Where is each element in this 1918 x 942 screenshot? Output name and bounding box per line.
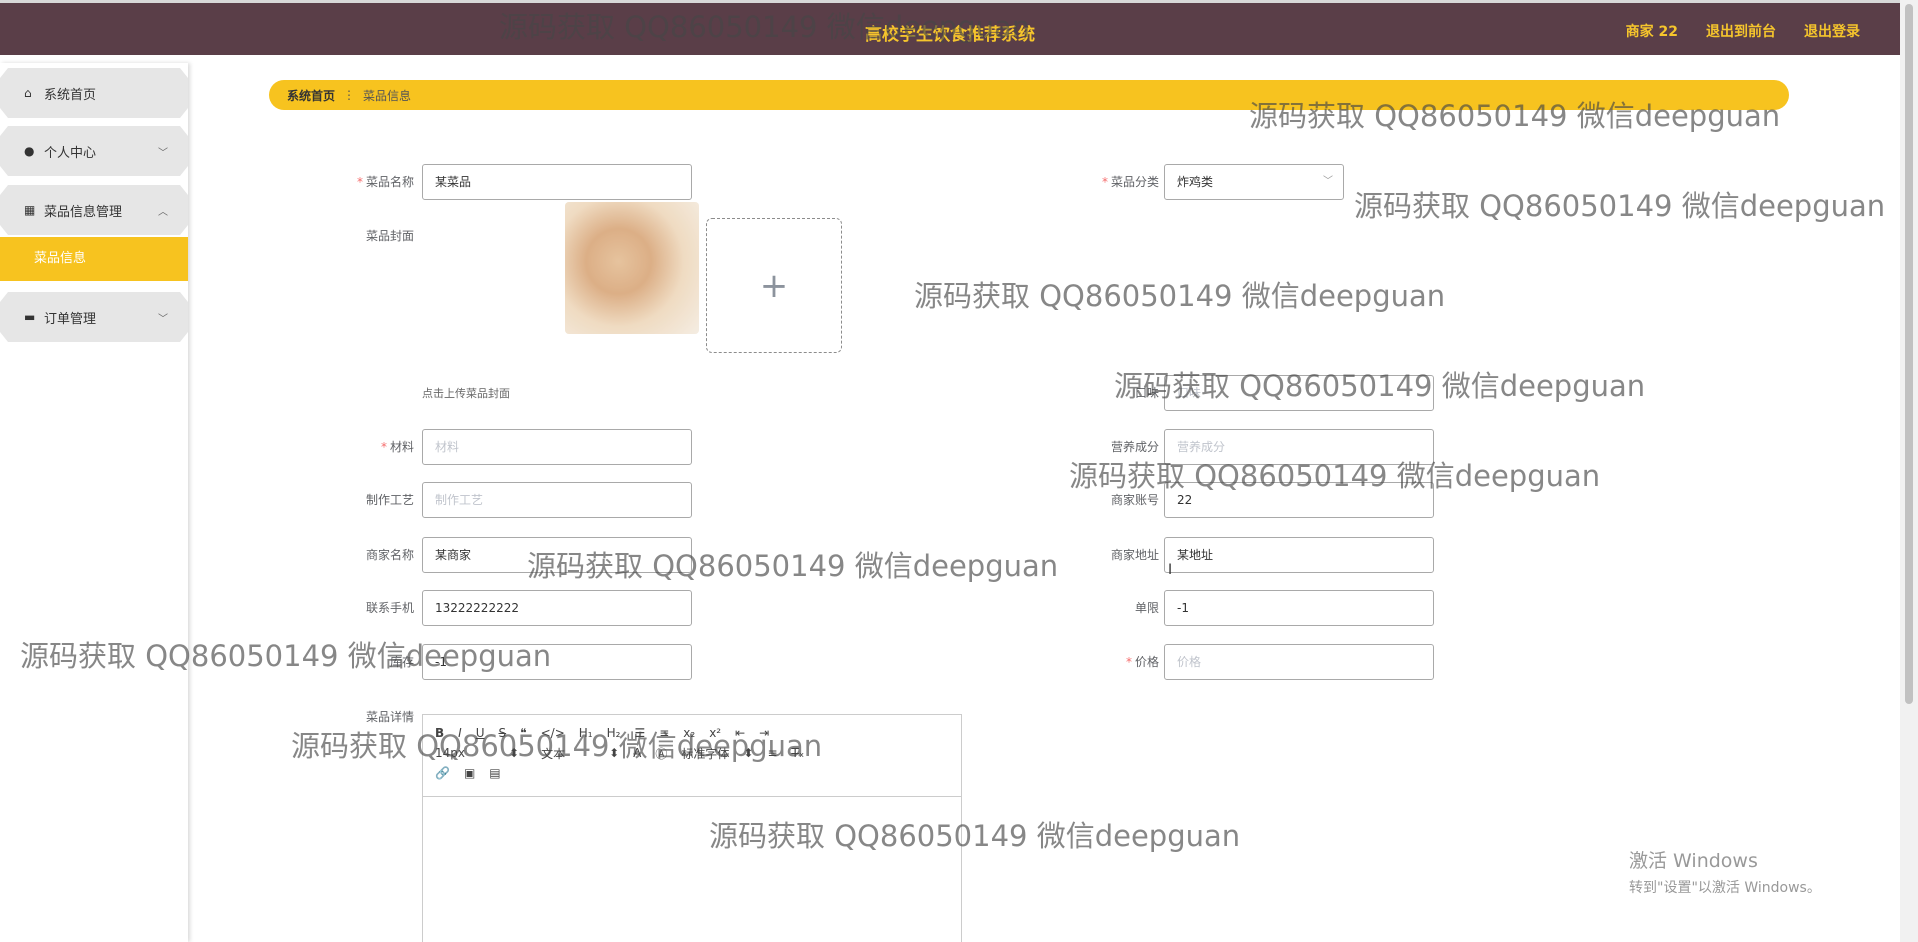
limit-label: 单限: [1134, 601, 1159, 615]
windows-activation-hint: 转到"设置"以激活 Windows。: [1629, 880, 1821, 896]
text-type-select[interactable]: 文本: [541, 745, 565, 762]
nutrition-input[interactable]: 营养成分: [1164, 429, 1434, 465]
windows-activation-notice: 激活 Windows 转到"设置"以激活 Windows。: [1629, 846, 1821, 897]
chevron-down-icon: ﹀: [158, 313, 168, 325]
cover-upload-hint[interactable]: 点击上传菜品封面: [422, 385, 510, 401]
sidebar-item-dish-management[interactable]: ▦ 菜品信息管理 ︿: [0, 185, 188, 235]
page-scrollbar[interactable]: [1900, 0, 1918, 942]
dish-name-label: * 菜品名称: [356, 175, 414, 189]
chevron-down-icon: ﹀: [1323, 176, 1333, 187]
superscript-icon[interactable]: x²: [709, 726, 721, 740]
select-arrow-icon: ⬍: [743, 746, 754, 760]
price-input[interactable]: 价格: [1164, 644, 1434, 680]
link-icon[interactable]: 🔗: [435, 766, 450, 780]
bold-icon[interactable]: B: [435, 726, 444, 740]
align-icon[interactable]: ≡: [767, 746, 777, 760]
chevron-down-icon: ﹀: [158, 147, 168, 159]
dish-cover-image[interactable]: [565, 202, 699, 334]
font-family-select[interactable]: 标准字体: [681, 745, 729, 762]
dish-detail-label: 菜品详情: [365, 710, 414, 724]
font-size-select[interactable]: 14px: [435, 746, 465, 760]
merchant-address-label: 商家地址: [1110, 548, 1159, 562]
select-arrow-icon: ⬍: [609, 746, 620, 760]
taste-input[interactable]: 口味: [1164, 375, 1434, 411]
merchant-name-label: 商家名称: [365, 548, 414, 562]
merchant-account-label: 商家账号: [1110, 493, 1159, 507]
sidebar-subitem-dish-info[interactable]: 菜品信息: [0, 237, 188, 281]
background-color-icon[interactable]: Ⓐ: [655, 745, 667, 762]
sidebar-item-profile[interactable]: ● 个人中心 ﹀: [0, 126, 188, 176]
breadcrumb: 系统首页 ⋮ 菜品信息: [269, 80, 1789, 110]
sidebar: ⌂ 系统首页 ● 个人中心 ﹀ ▦ 菜品信息管理 ︿ 菜品信息 ▬ 订单管理 ﹀: [0, 63, 188, 942]
sidebar-item-label: 订单管理: [44, 311, 97, 327]
sidebar-item-orders[interactable]: ▬ 订单管理 ﹀: [0, 292, 188, 342]
stock-label: 库存: [389, 655, 414, 669]
category-select[interactable]: 炸鸡类 ﹀: [1164, 164, 1344, 200]
clear-format-icon[interactable]: T̶ₓ: [792, 746, 805, 760]
top-header: 高校学生饮食推荐系统 商家 22 退出到前台 退出登录: [0, 0, 1900, 55]
process-label: 制作工艺: [365, 493, 414, 507]
limit-input[interactable]: -1: [1164, 590, 1434, 626]
merchant-name-input[interactable]: 某商家: [422, 537, 692, 573]
grid-icon: ▦: [24, 203, 36, 217]
indent-icon[interactable]: ⇥: [759, 726, 769, 740]
price-label: * 价格: [1125, 655, 1159, 669]
plus-icon: +: [759, 265, 789, 306]
monitor-icon: ▬: [24, 310, 36, 324]
outdent-icon[interactable]: ⇤: [735, 726, 745, 740]
app-title: 高校学生饮食推荐系统: [865, 25, 1035, 45]
taste-label: 口味: [1134, 386, 1159, 400]
cover-upload-button[interactable]: +: [706, 218, 842, 353]
italic-icon[interactable]: I: [458, 726, 462, 740]
header-links: 商家 22 退出到前台 退出登录: [1626, 21, 1860, 41]
breadcrumb-separator-icon: ⋮: [343, 88, 356, 102]
merchant-account-input[interactable]: 22: [1164, 482, 1434, 518]
category-label: * 菜品分类: [1101, 175, 1159, 189]
merchant-address-input[interactable]: 某地址: [1164, 537, 1434, 573]
breadcrumb-current: 菜品信息: [363, 88, 412, 103]
bullet-list-icon[interactable]: ≡: [659, 726, 669, 740]
quote-icon[interactable]: ❝: [520, 726, 526, 740]
material-label: * 材料: [380, 440, 414, 454]
category-select-value: 炸鸡类: [1177, 175, 1214, 189]
dish-cover-label: 菜品封面: [365, 229, 414, 243]
ordered-list-icon[interactable]: ☰: [634, 726, 645, 740]
nutrition-label: 营养成分: [1110, 440, 1159, 454]
rich-text-editor[interactable]: B I U S ❝ </> H₁ H₂ ☰ ≡ x₂ x² ⇤ ⇥ 14px ⬍…: [422, 714, 962, 942]
underline-icon[interactable]: U: [476, 726, 485, 740]
back-to-front-link[interactable]: 退出到前台: [1706, 21, 1776, 41]
heading1-icon[interactable]: H₁: [579, 726, 593, 740]
merchant-account-link[interactable]: 商家 22: [1626, 21, 1678, 41]
subscript-icon[interactable]: x₂: [683, 726, 695, 740]
sidebar-item-label: 个人中心: [44, 145, 97, 161]
video-icon[interactable]: ▤: [489, 766, 500, 780]
font-color-icon[interactable]: A: [633, 746, 641, 760]
watermark: 源码获取 QQ86050149 微信deepguan: [914, 279, 1446, 313]
code-icon[interactable]: </>: [541, 726, 565, 740]
sidebar-item-home[interactable]: ⌂ 系统首页: [0, 68, 188, 118]
scrollbar-thumb[interactable]: [1905, 4, 1913, 704]
stock-input[interactable]: -1: [422, 644, 692, 680]
editor-toolbar: B I U S ❝ </> H₁ H₂ ☰ ≡ x₂ x² ⇤ ⇥ 14px ⬍…: [423, 715, 961, 797]
dish-name-input[interactable]: 某菜品: [422, 164, 692, 200]
text-cursor-icon: I: [1168, 562, 1173, 578]
phone-input[interactable]: 13222222222: [422, 590, 692, 626]
process-input[interactable]: 制作工艺: [422, 482, 692, 518]
phone-label: 联系手机: [365, 601, 414, 615]
windows-activation-title: 激活 Windows: [1629, 850, 1758, 872]
logout-link[interactable]: 退出登录: [1804, 21, 1860, 41]
home-icon: ⌂: [24, 86, 32, 100]
image-icon[interactable]: ▣: [464, 766, 475, 780]
chevron-up-icon: ︿: [158, 206, 168, 218]
heading2-icon[interactable]: H₂: [607, 726, 621, 740]
material-input[interactable]: 材料: [422, 429, 692, 465]
sidebar-item-label: 菜品信息管理: [44, 204, 123, 220]
user-icon: ●: [24, 144, 35, 158]
breadcrumb-home[interactable]: 系统首页: [287, 87, 335, 104]
watermark: 源码获取 QQ86050149 微信deepguan: [1354, 189, 1886, 223]
sidebar-item-label: 系统首页: [44, 87, 97, 103]
select-arrow-icon: ⬍: [509, 746, 520, 760]
strike-icon[interactable]: S: [499, 726, 507, 740]
